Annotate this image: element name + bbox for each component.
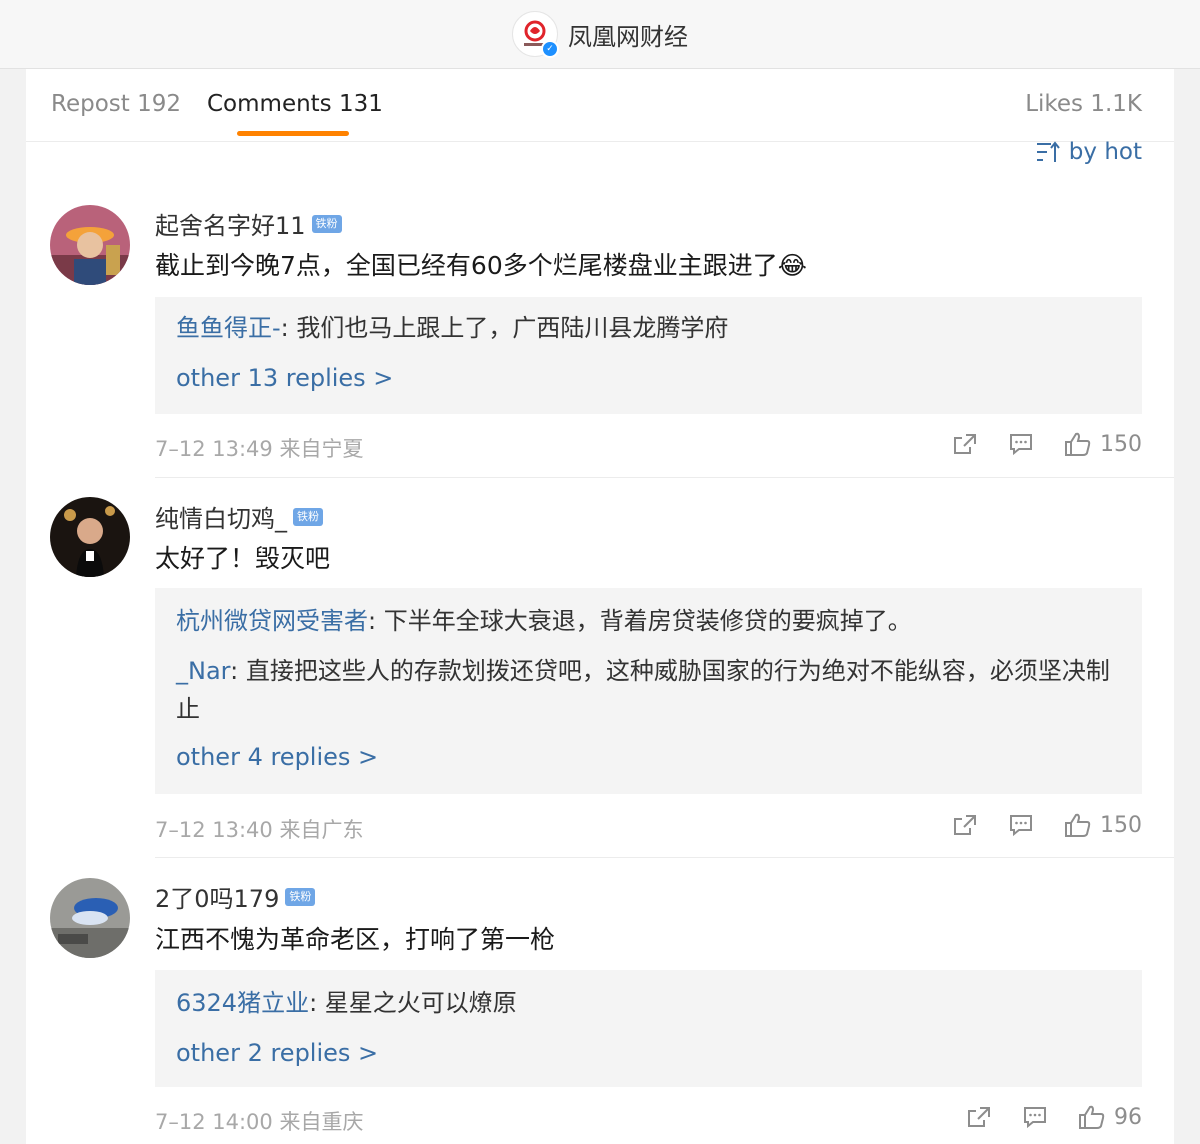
sort-by-hot-button[interactable]: by hot: [1035, 139, 1142, 165]
thumbs-up-icon: [1079, 1105, 1105, 1129]
comment-text: 太好了！毁灭吧: [155, 544, 331, 573]
comment-divider: [155, 477, 1174, 478]
comment-username[interactable]: 纯情白切鸡_ 铁粉: [155, 499, 323, 534]
username-text: 起舍名字好11: [155, 212, 306, 240]
thumbs-up-icon: [1065, 813, 1091, 837]
reply-preview-box[interactable]: 6324猪立业: 星星之火可以燎原 other 2 replies >: [155, 970, 1142, 1087]
comment-time: 7–12 14:00: [155, 1110, 273, 1134]
active-tab-indicator: [237, 131, 349, 136]
reply-username[interactable]: 杭州微贷网受害者: [176, 607, 368, 635]
comment-meta: 7–12 13:40 来自广东: [155, 814, 363, 844]
avatar[interactable]: [50, 205, 130, 285]
fan-badge: 铁粉: [285, 887, 316, 906]
user-avatar-image: [50, 205, 130, 285]
user-avatar-image: [50, 878, 130, 958]
reply-line: 6324猪立业: 星星之火可以燎原: [176, 984, 1122, 1022]
reply-text: 我们也马上跟上了，广西陆川县龙腾学府: [296, 314, 729, 342]
share-icon[interactable]: [964, 1105, 994, 1129]
comment-username[interactable]: 2了0吗179 铁粉: [155, 879, 316, 914]
reply-separator: :: [368, 607, 384, 635]
reply-username[interactable]: _Nar: [176, 657, 230, 685]
like-count: 150: [1100, 431, 1142, 457]
tab-likes[interactable]: Likes 1.1K: [1025, 91, 1142, 117]
tab-repost[interactable]: Repost 192: [51, 91, 181, 117]
more-replies-link[interactable]: other 13 replies >: [176, 364, 393, 392]
thumbs-up-icon: [1065, 432, 1091, 456]
comment-location: 来自重庆: [279, 1110, 364, 1134]
reply-line: 杭州微贷网受害者: 下半年全球大衰退，背着房贷装修贷的要疯掉了。: [176, 602, 1122, 640]
reply-text: 直接把这些人的存款划拨还贷吧，这种威胁国家的行为绝对不能纵容，必须坚决制止: [176, 657, 1110, 723]
comment-reply-icon[interactable]: [1006, 813, 1036, 837]
comment-actions: 96: [964, 1104, 1142, 1130]
reply-username[interactable]: 6324猪立业: [176, 989, 309, 1017]
sort-label: by hot: [1068, 139, 1142, 165]
user-avatar-image: [50, 497, 130, 577]
like-button[interactable]: 150: [1064, 431, 1142, 457]
fan-badge: 铁粉: [293, 507, 323, 526]
comment-divider: [155, 857, 1174, 858]
laughing-crying-emoji-icon: 😂: [777, 251, 807, 280]
top-bar: ✓ 凤凰网财经: [0, 0, 1200, 69]
account-name: 凤凰网财经: [568, 22, 688, 51]
sort-icon: [1036, 141, 1060, 162]
comment-text: 截止到今晚7点，全国已经有60多个烂尾楼盘业主跟进了😂: [155, 246, 807, 282]
more-replies-link[interactable]: other 4 replies >: [176, 743, 378, 771]
tab-bar: Repost 192 Comments 131 Likes 1.1K: [26, 69, 1174, 142]
reply-line: _Nar: 直接把这些人的存款划拨还贷吧，这种威胁国家的行为绝对不能纵容，必须坚…: [176, 652, 1122, 728]
comment-username[interactable]: 起舍名字好11 铁粉: [155, 206, 342, 241]
avatar[interactable]: [50, 497, 130, 577]
like-button[interactable]: 150: [1064, 812, 1142, 838]
reply-separator: :: [280, 314, 297, 342]
comment-actions: 150: [950, 812, 1142, 838]
like-count: 150: [1100, 812, 1142, 838]
reply-separator: :: [309, 989, 325, 1017]
comment-time: 7–12 13:40: [155, 818, 273, 842]
comment-text: 江西不愧为革命老区，打响了第一枪: [155, 925, 556, 954]
comment-actions: 150: [950, 431, 1142, 457]
avatar[interactable]: [50, 878, 130, 958]
like-button[interactable]: 96: [1078, 1104, 1142, 1130]
reply-text: 星星之火可以燎原: [324, 989, 517, 1017]
share-icon[interactable]: [950, 813, 980, 837]
reply-text: 下半年全球大衰退，背着房贷装修贷的要疯掉了。: [383, 607, 912, 635]
more-replies-link[interactable]: other 2 replies >: [176, 1039, 378, 1067]
reply-username[interactable]: 鱼鱼得正-: [176, 314, 281, 342]
comment-location: 来自广东: [279, 818, 364, 842]
reply-line: 鱼鱼得正-: 我们也马上跟上了，广西陆川县龙腾学府: [176, 309, 1122, 347]
comment-meta: 7–12 14:00 来自重庆: [155, 1106, 363, 1136]
reply-separator: :: [230, 657, 246, 685]
tab-comments[interactable]: Comments 131: [207, 91, 383, 117]
like-count: 96: [1114, 1104, 1142, 1130]
account-header[interactable]: ✓ 凤凰网财经: [512, 11, 688, 58]
fan-badge: 铁粉: [311, 214, 342, 233]
comments-panel: Repost 192 Comments 131 Likes 1.1K by ho…: [26, 69, 1174, 1144]
comment-meta: 7–12 13:49 来自宁夏: [155, 433, 363, 463]
reply-preview-box[interactable]: 杭州微贷网受害者: 下半年全球大衰退，背着房贷装修贷的要疯掉了。 _Nar: 直…: [155, 588, 1142, 794]
comment-reply-icon[interactable]: [1020, 1105, 1050, 1129]
comment-reply-icon[interactable]: [1006, 432, 1036, 456]
reply-preview-box[interactable]: 鱼鱼得正-: 我们也马上跟上了，广西陆川县龙腾学府 other 13 repli…: [155, 297, 1142, 414]
comment-location: 来自宁夏: [279, 437, 364, 461]
comment-time: 7–12 13:49: [155, 437, 273, 461]
username-text: 2了0吗179: [155, 885, 280, 913]
share-icon[interactable]: [950, 432, 980, 456]
verified-icon: ✓: [541, 40, 559, 58]
account-logo: ✓: [512, 11, 559, 58]
comment-body: 截止到今晚7点，全国已经有60多个烂尾楼盘业主跟进了: [155, 251, 778, 280]
username-text: 纯情白切鸡_: [155, 505, 287, 533]
